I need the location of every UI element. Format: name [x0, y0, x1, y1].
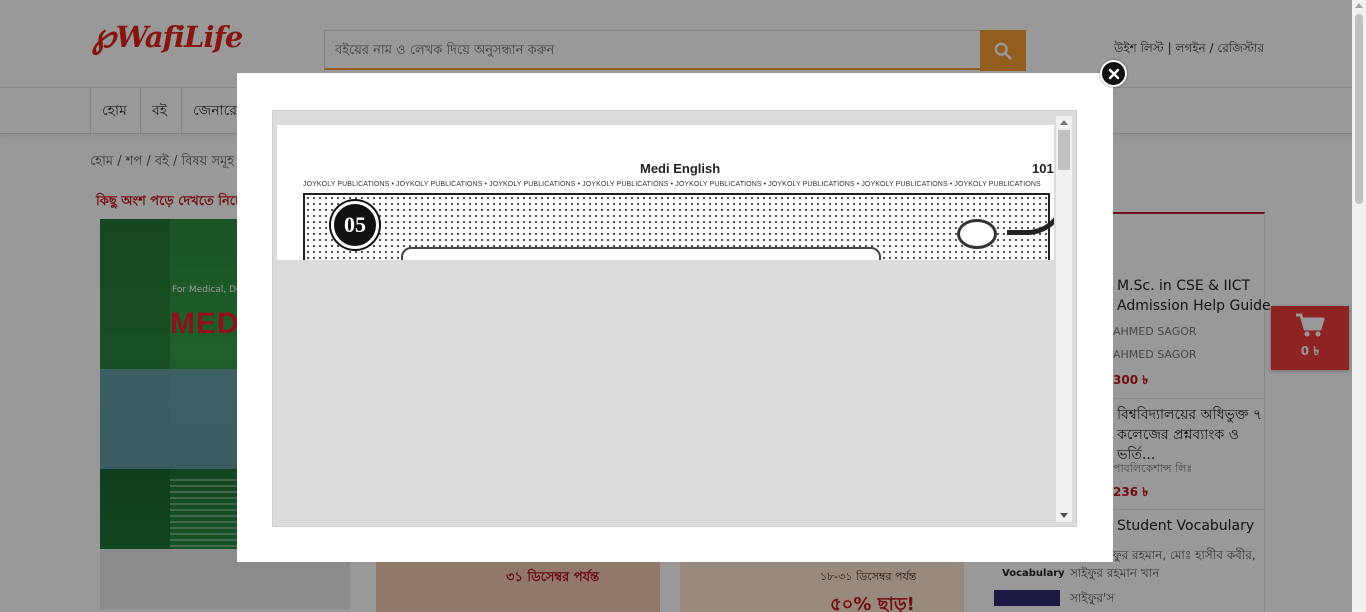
viewer-scroll-thumb[interactable] — [1058, 130, 1070, 170]
scroll-up-icon[interactable] — [1355, 3, 1363, 8]
page-header-title: Medi English — [640, 161, 721, 176]
scroll-up-icon[interactable] — [1060, 120, 1068, 125]
page-scrollbar[interactable] — [1352, 0, 1366, 612]
close-icon — [1108, 68, 1119, 79]
scroll-down-icon[interactable] — [1060, 513, 1068, 518]
viewer-scrollbar[interactable] — [1056, 116, 1072, 522]
stethoscope-tube-icon — [1007, 195, 1054, 235]
chapter-badge: 05 — [331, 201, 379, 249]
page-scroll-thumb[interactable] — [1355, 14, 1363, 204]
stethoscope-icon — [957, 219, 997, 249]
modal-close-button[interactable] — [1100, 60, 1127, 87]
pdf-page: Medi English 101 JOYKOLY PUBLICATIONS • … — [277, 125, 1054, 260]
page-number: 101 — [1032, 161, 1054, 176]
page-publisher-line: JOYKOLY PUBLICATIONS • JOYKOLY PUBLICATI… — [303, 181, 1041, 188]
page-inner-frame — [401, 247, 881, 260]
